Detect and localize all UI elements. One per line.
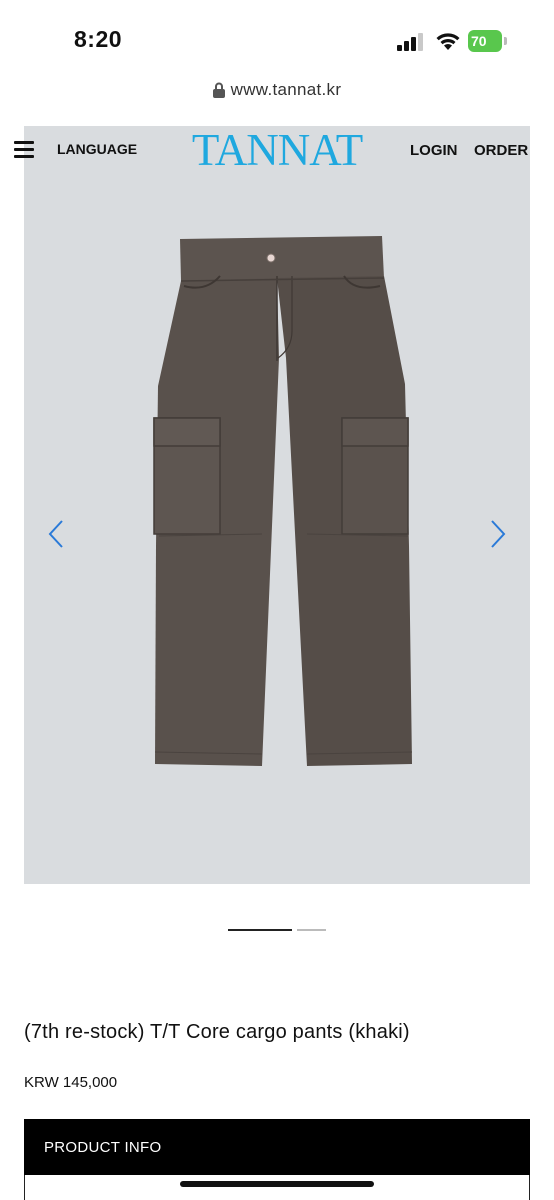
product-price: KRW 145,000 bbox=[24, 1074, 118, 1091]
product-image bbox=[153, 236, 413, 766]
hamburger-menu-icon[interactable] bbox=[14, 141, 34, 159]
address-bar[interactable]: www.tannat.kr bbox=[0, 70, 554, 110]
language-link[interactable]: LANGUAGE bbox=[57, 141, 137, 157]
cellular-signal-icon bbox=[397, 33, 423, 51]
product-title: (7th re-stock) T/T Core cargo pants (kha… bbox=[24, 1021, 410, 1043]
product-info-tab[interactable]: PRODUCT INFO bbox=[24, 1119, 530, 1175]
battery-level: 70 bbox=[468, 30, 502, 52]
status-time: 8:20 bbox=[74, 26, 123, 52]
chevron-right-icon[interactable] bbox=[488, 518, 508, 550]
gallery-pager-dot[interactable] bbox=[297, 929, 326, 931]
lock-icon bbox=[212, 82, 225, 98]
chevron-left-icon[interactable] bbox=[46, 518, 66, 550]
product-gallery[interactable] bbox=[24, 126, 530, 884]
wifi-icon bbox=[436, 33, 460, 50]
site-logo[interactable]: TANNAT bbox=[186, 126, 368, 174]
battery-icon: 70 bbox=[468, 30, 510, 52]
product-info-panel bbox=[24, 1175, 530, 1200]
order-link[interactable]: ORDER bbox=[474, 142, 528, 159]
product-info-label: PRODUCT INFO bbox=[44, 1138, 162, 1156]
url-text: www.tannat.kr bbox=[230, 80, 342, 99]
login-link[interactable]: LOGIN bbox=[410, 142, 458, 159]
gallery-pager-active[interactable] bbox=[228, 929, 292, 931]
home-indicator[interactable] bbox=[180, 1181, 374, 1187]
